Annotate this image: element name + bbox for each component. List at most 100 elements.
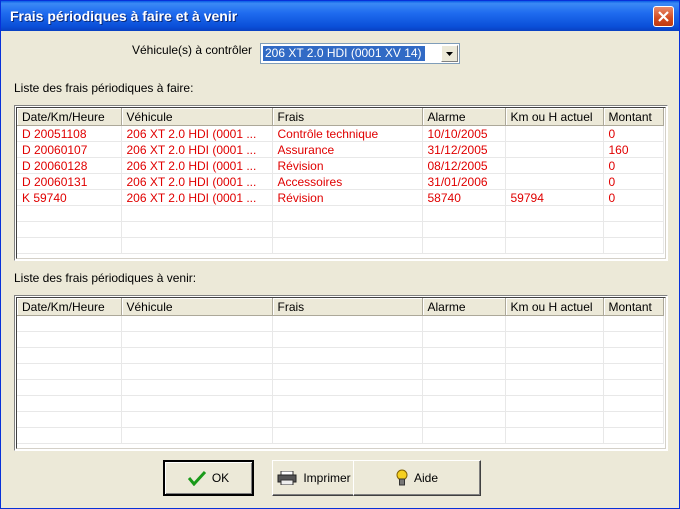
table-cell: 206 XT 2.0 HDI (0001 ... (121, 173, 273, 190)
table-cell (505, 205, 604, 222)
table-cell (272, 427, 423, 444)
column-header[interactable]: Véhicule (121, 108, 273, 126)
table-cell (17, 221, 122, 238)
table-cell (505, 427, 604, 444)
upcoming-table: Date/Km/Heure Véhicule Frais Alarme Km ou H … (17, 298, 664, 444)
table-cell (121, 315, 273, 332)
table-cell (17, 427, 122, 444)
table-row[interactable]: D 20060107 206 XT 2.0 HDI (0001 ... Assura… (17, 141, 664, 158)
table-cell: 08/12/2005 (422, 157, 506, 174)
column-header[interactable]: Alarme (422, 298, 506, 316)
printer-icon (277, 471, 297, 485)
table-row[interactable] (17, 331, 664, 348)
table-cell: 10/10/2005 (422, 125, 506, 142)
todo-grid[interactable]: Date/Km/Heure Véhicule Frais Alarme Km ou H … (14, 105, 668, 261)
table-cell (603, 221, 664, 238)
table-row[interactable] (17, 315, 664, 332)
column-header[interactable]: Montant (603, 298, 664, 316)
table-cell (422, 221, 506, 238)
table-row[interactable] (17, 221, 664, 238)
table-cell: 160 (603, 141, 664, 158)
table-cell: 206 XT 2.0 HDI (0001 ... (121, 141, 273, 158)
dialog-window: Frais périodiques à faire et à venir Véh… (0, 0, 680, 509)
column-header[interactable]: Alarme (422, 108, 506, 126)
table-cell (272, 331, 423, 348)
table-cell: Accessoires (272, 173, 423, 190)
table-cell: D 20060131 (17, 173, 122, 190)
table-cell (603, 347, 664, 364)
table-row[interactable]: D 20060131 206 XT 2.0 HDI (0001 ... Access… (17, 173, 664, 190)
table-cell: D 20051108 (17, 125, 122, 142)
table-cell (422, 395, 506, 412)
column-header[interactable]: Date/Km/Heure (17, 108, 122, 126)
table-cell: K 59740 (17, 189, 122, 206)
dropdown-button[interactable] (441, 45, 458, 62)
close-icon (658, 11, 669, 22)
table-cell (272, 347, 423, 364)
table-cell (17, 205, 122, 222)
table-row[interactable]: D 20051108 206 XT 2.0 HDI (0001 ... Contrô… (17, 125, 664, 142)
lightbulb-icon (396, 469, 408, 486)
table-row[interactable] (17, 411, 664, 428)
table-cell: 31/12/2005 (422, 141, 506, 158)
checkmark-icon (187, 470, 206, 486)
print-button-label: Imprimer (303, 471, 351, 485)
table-cell (422, 237, 506, 254)
dialog-body: Véhicule(s) à contrôler 206 XT 2.0 HDI (… (4, 31, 676, 507)
table-cell (17, 379, 122, 396)
help-button-label: Aide (413, 471, 439, 485)
column-header[interactable]: Montant (603, 108, 664, 126)
ok-button-label: OK (211, 471, 230, 485)
table-cell (121, 363, 273, 380)
help-button[interactable]: Aide (353, 460, 481, 496)
column-header[interactable]: Km ou H actuel (505, 298, 604, 316)
table-cell (17, 347, 122, 364)
window-title: Frais périodiques à faire et à venir (10, 8, 238, 24)
table-cell (505, 379, 604, 396)
table-cell (422, 411, 506, 428)
print-button[interactable]: Imprimer (272, 460, 356, 496)
column-header[interactable]: Frais (272, 108, 423, 126)
todo-list-label: Liste des frais périodiques à faire: (14, 81, 194, 95)
table-cell (121, 237, 273, 254)
table-cell (422, 379, 506, 396)
column-header[interactable]: Km ou H actuel (505, 108, 604, 126)
table-cell (121, 427, 273, 444)
column-header[interactable]: Date/Km/Heure (17, 298, 122, 316)
ok-button[interactable]: OK (163, 460, 254, 496)
table-cell (121, 395, 273, 412)
table-cell: Révision (272, 189, 423, 206)
upcoming-grid[interactable]: Date/Km/Heure Véhicule Frais Alarme Km ou H … (14, 295, 668, 451)
table-cell (272, 205, 423, 222)
table-row[interactable] (17, 237, 664, 254)
table-cell: 206 XT 2.0 HDI (0001 ... (121, 157, 273, 174)
table-cell (603, 379, 664, 396)
table-cell (422, 205, 506, 222)
table-cell (272, 411, 423, 428)
table-cell (603, 363, 664, 380)
table-row[interactable] (17, 347, 664, 364)
table-cell (121, 221, 273, 238)
table-cell: Contrôle technique (272, 125, 423, 142)
table-cell (603, 411, 664, 428)
close-button[interactable] (653, 6, 674, 27)
vehicle-selector-label: Véhicule(s) à contrôler (132, 43, 253, 57)
table-row[interactable] (17, 379, 664, 396)
table-row[interactable] (17, 363, 664, 380)
table-row[interactable]: D 20060128 206 XT 2.0 HDI (0001 ... Révisi… (17, 157, 664, 174)
vehicle-select[interactable]: 206 XT 2.0 HDI (0001 XV 14) (260, 43, 460, 64)
table-cell: 0 (603, 125, 664, 142)
table-row[interactable] (17, 427, 664, 444)
table-cell: 206 XT 2.0 HDI (0001 ... (121, 189, 273, 206)
table-cell (603, 205, 664, 222)
table-cell (272, 315, 423, 332)
table-cell: 0 (603, 173, 664, 190)
table-row[interactable] (17, 205, 664, 222)
table-cell (272, 363, 423, 380)
table-row[interactable]: K 59740 206 XT 2.0 HDI (0001 ... Révision 5… (17, 189, 664, 206)
table-cell (505, 315, 604, 332)
column-header[interactable]: Véhicule (121, 298, 273, 316)
table-cell (505, 331, 604, 348)
table-row[interactable] (17, 395, 664, 412)
column-header[interactable]: Frais (272, 298, 423, 316)
